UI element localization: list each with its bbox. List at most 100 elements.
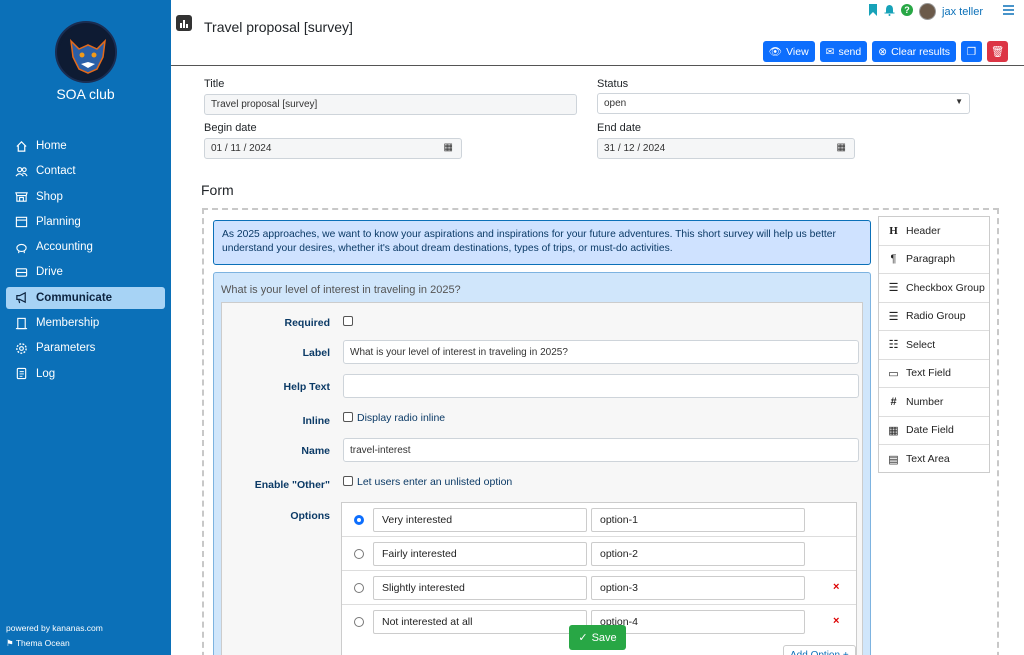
save-button[interactable]: ✓ Save — [569, 625, 626, 650]
powered-by[interactable]: powered by kananas.com — [6, 623, 103, 633]
send-label: send — [838, 45, 862, 58]
option-label-input[interactable]: Slightly interested — [373, 576, 587, 600]
palette-label: Paragraph — [906, 253, 956, 266]
option-radio[interactable] — [354, 617, 364, 627]
club-logo — [55, 21, 117, 83]
gear-icon — [14, 341, 28, 355]
sidebar-item-drive[interactable]: Drive — [6, 261, 165, 283]
name-input[interactable]: travel-interest — [343, 438, 859, 462]
checklist-icon: ☰ — [888, 282, 899, 295]
megaphone-icon — [14, 291, 28, 305]
theme-label[interactable]: ⚑ Thema Ocean — [6, 638, 70, 649]
begin-date-input[interactable]: 01 / 11 / 2024 ▦ — [204, 138, 462, 159]
end-date-input[interactable]: 31 / 12 / 2024 ▦ — [597, 138, 855, 159]
club-name: SOA club — [56, 86, 115, 102]
sidebar-item-communicate[interactable]: Communicate — [6, 286, 165, 309]
piggy-bank-icon — [14, 240, 28, 254]
option-value-input[interactable]: option-2 — [591, 542, 805, 566]
copy-icon: ❐ — [966, 45, 977, 58]
bell-icon[interactable] — [884, 4, 895, 19]
radio-list-icon: ☰ — [888, 310, 899, 323]
building-icon — [14, 316, 28, 330]
chart-icon — [176, 15, 192, 31]
sidebar-item-label: Home — [36, 140, 67, 152]
check-icon: ✓ — [578, 632, 588, 644]
sidebar-item-log[interactable]: Log — [6, 363, 165, 385]
inline-text: Display radio inline — [357, 412, 446, 424]
help-icon[interactable]: ? — [901, 4, 914, 19]
option-row: Very interested option-1 — [342, 503, 856, 537]
option-row: Slightly interested option-3 × — [342, 571, 856, 605]
status-select[interactable]: open ▼ — [597, 93, 970, 114]
bookmark-icon[interactable] — [868, 4, 878, 19]
sidebar-item-membership[interactable]: Membership — [6, 312, 165, 334]
help-text-input[interactable] — [343, 374, 859, 398]
avatar[interactable] — [919, 3, 937, 20]
palette-item-date-field[interactable]: ▦ Date Field — [879, 417, 989, 445]
top-right-bar: ? jax teller — [868, 3, 1014, 20]
status-value: open — [604, 98, 627, 109]
other-option[interactable]: Let users enter an unlisted option — [343, 476, 512, 488]
palette-label: Number — [906, 395, 944, 408]
clear-results-button[interactable]: ⊗ Clear results — [872, 41, 956, 62]
view-button[interactable]: 👁 View — [762, 41, 815, 62]
sidebar-item-label: Contact — [36, 165, 76, 178]
x-circle-icon: ⊗ — [878, 45, 888, 58]
palette-item-text-area[interactable]: ▤ Text Area — [879, 445, 989, 474]
envelope-icon: ✉ — [825, 45, 835, 58]
option-radio[interactable] — [354, 549, 364, 559]
duplicate-button[interactable]: ❐ — [961, 41, 982, 62]
palette-item-header[interactable]: H Header — [879, 217, 989, 246]
label-input[interactable]: What is your level of interest in travel… — [343, 340, 859, 364]
header-divider — [171, 65, 1024, 66]
option-radio[interactable] — [354, 515, 364, 525]
palette-label: Date Field — [906, 424, 954, 437]
remove-option-icon[interactable]: × — [833, 615, 839, 627]
palette-label: Checkbox Group — [906, 281, 985, 294]
begin-date-value: 01 / 11 / 2024 — [211, 143, 272, 154]
required-checkbox[interactable] — [343, 316, 353, 326]
palette-item-radio-group[interactable]: ☰ Radio Group — [879, 303, 989, 331]
sidebar-item-contact[interactable]: Contact — [6, 160, 165, 182]
calendar-icon[interactable]: ▦ — [837, 142, 846, 153]
end-date-value: 31 / 12 / 2024 — [604, 143, 666, 154]
sidebar-item-planning[interactable]: Planning — [6, 211, 165, 233]
palette-item-text-field[interactable]: ▭ Text Field — [879, 360, 989, 388]
intro-paragraph[interactable]: As 2025 approaches, we want to know your… — [213, 220, 871, 265]
palette-item-select[interactable]: ☷ Select — [879, 331, 989, 360]
title-label: Title — [204, 78, 225, 90]
add-option-button[interactable]: Add Option + — [783, 645, 856, 655]
sidebar-item-parameters[interactable]: Parameters — [6, 337, 165, 359]
inline-option[interactable]: Display radio inline — [343, 412, 445, 424]
header-icon: H — [889, 224, 898, 237]
other-text: Let users enter an unlisted option — [357, 476, 513, 488]
palette-item-paragraph[interactable]: ¶ Paragraph — [879, 246, 989, 274]
sidebar-item-accounting[interactable]: Accounting — [6, 236, 165, 258]
option-label-input[interactable]: Very interested — [373, 508, 587, 532]
sidebar-item-shop[interactable]: Shop — [6, 186, 165, 208]
option-radio[interactable] — [354, 583, 364, 593]
remove-option-icon[interactable]: × — [833, 581, 839, 593]
palette-item-checkbox-group[interactable]: ☰ Checkbox Group — [879, 274, 989, 303]
option-label-input[interactable]: Not interested at all — [373, 610, 587, 634]
action-buttons: 👁 View ✉ send ⊗ Clear results ❐ 🗑 — [762, 41, 1008, 62]
page-title: Travel proposal [survey] — [204, 19, 353, 35]
sidebar-item-home[interactable]: Home — [6, 135, 165, 157]
delete-button[interactable]: 🗑 — [987, 41, 1008, 62]
palette-item-number[interactable]: # Number — [879, 388, 989, 417]
title-input[interactable]: Travel proposal [survey] — [204, 94, 577, 115]
option-label-input[interactable]: Fairly interested — [373, 542, 587, 566]
user-name[interactable]: jax teller — [942, 6, 983, 18]
option-value-input[interactable]: option-3 — [591, 576, 805, 600]
hash-icon: # — [890, 395, 897, 408]
send-button[interactable]: ✉ send — [819, 41, 868, 62]
end-date-label: End date — [597, 122, 642, 134]
journal-icon — [14, 367, 28, 381]
menu-icon[interactable] — [1003, 5, 1014, 18]
inline-checkbox[interactable] — [343, 412, 353, 422]
sidebar-item-label: Communicate — [36, 291, 113, 304]
calendar-icon[interactable]: ▦ — [444, 142, 453, 153]
shop-icon — [14, 190, 28, 204]
other-checkbox[interactable] — [343, 476, 353, 486]
option-value-input[interactable]: option-1 — [591, 508, 805, 532]
